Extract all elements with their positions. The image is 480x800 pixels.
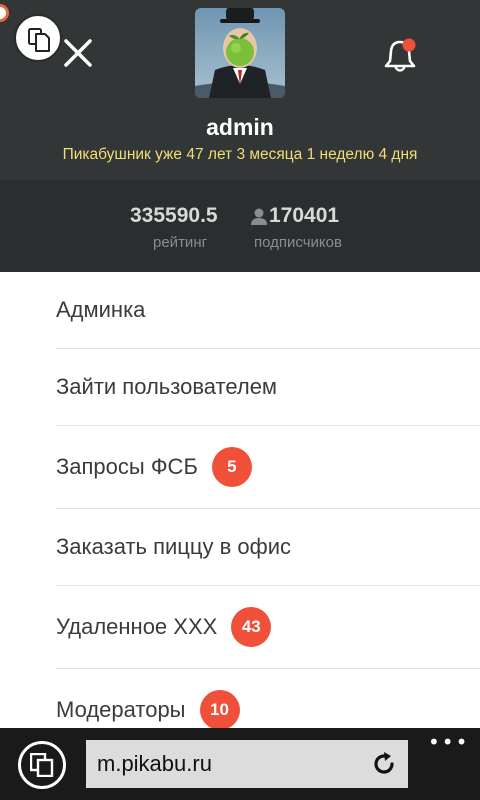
menu-item-deleted-xxx[interactable]: Удаленное XXX 43 [56, 586, 480, 669]
close-icon [64, 39, 92, 67]
copy-icon [28, 28, 50, 52]
count-badge: 5 [211, 447, 252, 487]
more-icon[interactable]: ••• [428, 732, 467, 752]
refresh-icon[interactable] [370, 750, 398, 778]
menu-item-order-pizza[interactable]: Заказать пиццу в офис [56, 509, 480, 586]
menu-list: Админка Зайти пользователем Запросы ФСБ … [0, 272, 480, 730]
rating-value: 335590.5 [130, 204, 218, 227]
tenure-text: Пикабушник уже 47 лет 3 месяца 1 неделю … [62, 146, 418, 163]
bell-icon [384, 38, 416, 72]
url-text: m.pikabu.ru [97, 751, 212, 776]
profile-header: admin Пикабушник уже 47 лет 3 месяца 1 н… [0, 0, 480, 180]
tabs-button[interactable] [18, 741, 66, 789]
subscribers-label: подписчиков [254, 234, 342, 251]
copy-button[interactable] [14, 14, 62, 62]
tabs-icon [30, 753, 54, 777]
notifications-button[interactable] [380, 36, 420, 76]
subscribers-value: 170401 [269, 204, 340, 227]
menu-item-admin-panel[interactable]: Админка [56, 272, 480, 349]
person-icon [251, 208, 267, 225]
address-bar[interactable]: m.pikabu.ru [86, 740, 408, 788]
username: admin [206, 114, 274, 140]
menu-item-fsb-requests[interactable]: Запросы ФСБ 5 [56, 426, 480, 509]
app-screen: admin Пикабушник уже 47 лет 3 месяца 1 н… [0, 0, 480, 800]
menu-item-label: Запросы ФСБ [56, 454, 198, 479]
menu-item-label: Зайти пользователем [56, 374, 278, 399]
avatar[interactable] [195, 8, 285, 98]
browser-bar: m.pikabu.ru ••• [0, 728, 480, 800]
count-badge: 43 [231, 607, 272, 647]
menu-item-label: Админка [56, 297, 146, 322]
close-button[interactable] [58, 33, 98, 73]
menu-item-label: Заказать пиццу в офис [56, 534, 292, 559]
rating-label: рейтинг [153, 234, 208, 251]
menu-item-label: Удаленное XXX [56, 614, 218, 639]
count-badge: 10 [199, 690, 240, 730]
menu-item-label: Модераторы [56, 697, 186, 722]
stats-band: 335590.5 рейтинг 170401 подписчиков [0, 180, 480, 272]
avatar-image [195, 8, 285, 98]
overlay-indicator [0, 4, 9, 22]
menu-item-login-as-user[interactable]: Зайти пользователем [56, 349, 480, 426]
notification-dot [402, 38, 416, 52]
